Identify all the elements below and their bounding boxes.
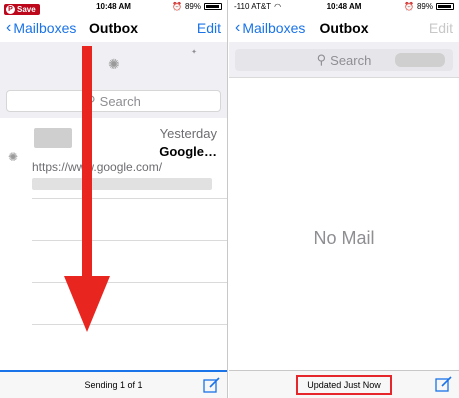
- row-separator: [32, 324, 227, 325]
- battery-icon: [204, 2, 222, 10]
- compose-icon[interactable]: [203, 376, 221, 394]
- battery-icon: [436, 2, 454, 10]
- carrier: -110 AT&T: [234, 1, 272, 11]
- row-separator: [32, 282, 227, 283]
- empty-state-text: No Mail: [313, 228, 375, 248]
- bottom-toolbar: Sending 1 of 1: [0, 370, 227, 398]
- back-chevron-icon: ‹: [6, 19, 12, 36]
- edit-button[interactable]: Edit: [197, 20, 221, 36]
- search-redacted: [395, 53, 445, 67]
- row-separator: [32, 240, 227, 241]
- updated-status: Updated Just Now: [296, 374, 392, 395]
- alarm-icon: ⏰: [172, 1, 182, 11]
- status-right: ⏰ 89%: [404, 2, 454, 11]
- back-label: Mailboxes: [242, 20, 306, 36]
- compose-icon[interactable]: [435, 375, 453, 393]
- status-bar: -110 AT&T ◠ 10:48 AM ⏰ 89%: [229, 0, 459, 12]
- left-screen: 10:48 AM ⏰ 89% ‹ Mailboxes Outbox Edit ✺…: [0, 0, 228, 398]
- pinterest-save-button[interactable]: P Save: [4, 4, 40, 15]
- bottom-toolbar: Updated Just Now: [229, 370, 459, 398]
- back-label: Mailboxes: [13, 20, 77, 36]
- wifi-icon: ◠: [274, 1, 282, 11]
- nav-bar: ‹ Mailboxes Outbox Edit: [229, 14, 459, 42]
- pinterest-icon: P: [6, 5, 15, 14]
- search-placeholder: Search: [330, 52, 372, 68]
- save-label: Save: [17, 5, 36, 14]
- alarm-icon: ⏰: [404, 1, 414, 11]
- down-arrow-icon: [64, 46, 110, 332]
- sending-spinner-icon: ✺: [8, 150, 19, 164]
- message-date: Yesterday: [159, 126, 217, 141]
- status-right: ⏰ 89%: [172, 2, 222, 11]
- message-subject: Google…: [159, 144, 217, 159]
- back-chevron-icon: ‹: [235, 19, 241, 36]
- preview-redacted: [32, 178, 212, 190]
- nav-bar: ‹ Mailboxes Outbox Edit: [0, 14, 227, 42]
- right-screen: -110 AT&T ◠ 10:48 AM ⏰ 89% ‹ Mailboxes O…: [229, 0, 459, 398]
- edit-button[interactable]: Edit: [429, 20, 453, 36]
- battery-percent: 89%: [184, 1, 201, 11]
- row-separator: [32, 198, 227, 199]
- dot-icon: ✦: [191, 49, 197, 56]
- search-field[interactable]: ⚲ Search: [6, 90, 221, 112]
- search-icon: ⚲: [316, 52, 327, 67]
- status-left: -110 AT&T ◠: [234, 2, 281, 11]
- battery-percent: 89%: [416, 1, 433, 11]
- back-button[interactable]: ‹ Mailboxes: [6, 19, 77, 37]
- back-button[interactable]: ‹ Mailboxes: [235, 19, 306, 37]
- sending-status: Sending 1 of 1: [84, 380, 143, 390]
